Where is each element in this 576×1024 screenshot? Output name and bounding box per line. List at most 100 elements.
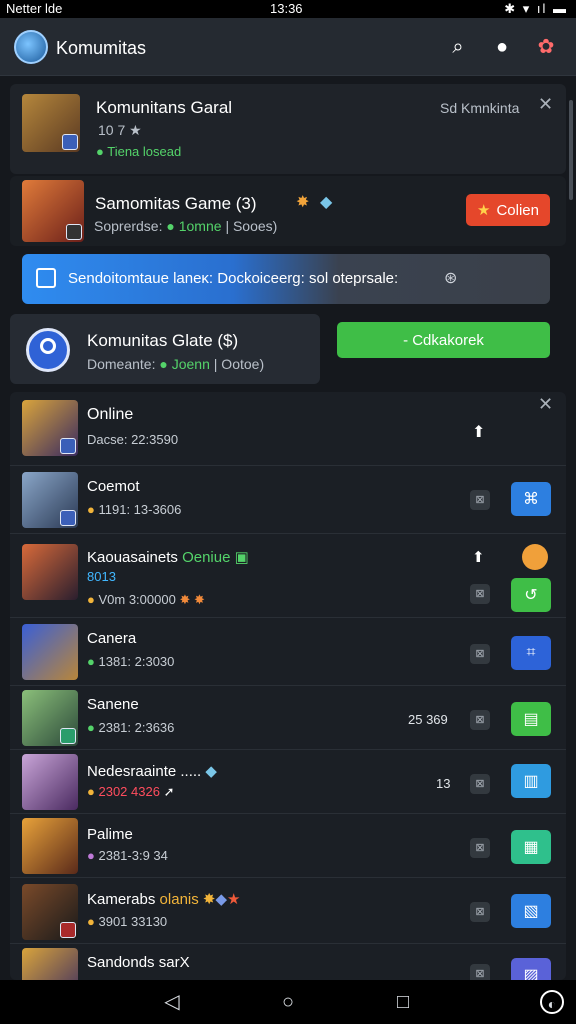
- community-status: ● Tiena losead: [96, 144, 182, 159]
- list-item-name: Sandonds sarX: [87, 954, 190, 971]
- list-item-meta: ● 1381: 2:3030: [87, 654, 175, 669]
- game-badge-icon: [60, 728, 76, 744]
- list-item-name: Online: [87, 406, 134, 423]
- share-icon[interactable]: ⬆: [472, 422, 485, 442]
- list-item-name: Kamerabs olanis ✸◆★: [87, 891, 241, 908]
- list-item[interactable]: Nedesraainte ..... ◆ ● 2302 4326 ➚ 13 ⊠ …: [10, 750, 566, 814]
- notification-icon[interactable]: ●: [489, 34, 515, 60]
- system-nav-bar: ◁ ○ □ ◐: [0, 980, 576, 1024]
- option-icon[interactable]: ⊠: [470, 838, 490, 858]
- option-icon[interactable]: ⊠: [470, 902, 490, 922]
- trophy-icon: [522, 544, 548, 570]
- list-item[interactable]: Sanene ● 2381: 2:3636 25 369 ⊠ ▤: [10, 686, 566, 750]
- app-title: Komumitas: [56, 38, 147, 58]
- list-item-count: 25 369: [408, 712, 448, 727]
- list-item[interactable]: Online Dacse: 22:3590 ⬆: [10, 394, 566, 466]
- list-item[interactable]: Kaouasainets Oeniue ▣ 8013 ● V0m 3:00000…: [10, 534, 566, 618]
- badge-icon: ▣: [234, 549, 249, 566]
- community-badge-icon: [62, 134, 78, 150]
- online-dot-icon: ●: [96, 144, 104, 159]
- status-time: 13:36: [270, 1, 303, 16]
- action-button[interactable]: ⌘: [511, 482, 551, 516]
- action-button[interactable]: ▤: [511, 702, 551, 736]
- game-thumbnail: [22, 544, 78, 600]
- list-item[interactable]: Canera ● 1381: 2:3030 ⊠ ⌗: [10, 618, 566, 686]
- recents-icon[interactable]: □: [391, 990, 415, 1014]
- fire-icon: ✸: [193, 592, 205, 607]
- back-icon[interactable]: ◁: [160, 990, 184, 1014]
- app-logo: [14, 30, 48, 64]
- status-carrier: Netter lde: [6, 1, 63, 16]
- settings-icon[interactable]: ✿: [533, 34, 559, 60]
- join-community-button[interactable]: - Cdkakorek: [337, 322, 550, 358]
- option-icon[interactable]: ⊠: [470, 964, 490, 980]
- game-badge-icon: [60, 922, 76, 938]
- share-icon[interactable]: ⬆: [472, 548, 485, 566]
- scrollbar[interactable]: [569, 100, 573, 200]
- star-icon: ★: [227, 891, 241, 908]
- game-thumbnail: [22, 948, 78, 980]
- list-item-meta: ● 2302 4326 ➚: [87, 784, 175, 799]
- gem-icon: ◆: [205, 763, 217, 780]
- community-title: Komunitans Garal: [96, 98, 233, 117]
- list-item-meta: ● 1191: 13-3606: [87, 502, 182, 517]
- option-icon[interactable]: ⊠: [470, 710, 490, 730]
- community-meta-3: Domeante: ● Joenn | Ootoe): [87, 356, 265, 372]
- search-icon[interactable]: ⌕: [445, 34, 471, 60]
- game-thumbnail: [22, 624, 78, 680]
- avatar: [26, 328, 70, 372]
- game-thumbnail: [22, 400, 78, 456]
- list-item-name: Kaouasainets Oeniue ▣: [87, 549, 249, 566]
- community-thumbnail: [22, 94, 80, 152]
- list-item[interactable]: Sandonds sarX ⊠ ▨: [10, 944, 566, 980]
- banner-text: Sendoitomtaue laneκ: Dockoiceerg: sol ot…: [68, 270, 399, 287]
- action-button[interactable]: ▧: [511, 894, 551, 928]
- app-bar: Komumitas ⌕ ● ✿: [0, 18, 576, 76]
- community-card-1[interactable]: Komunitans Garal 10 7 ★ ● Tiena losead S…: [10, 84, 566, 174]
- community-title-3: Komunitas Glate ($): [87, 331, 239, 350]
- action-button[interactable]: ▨: [511, 958, 551, 980]
- assistant-icon[interactable]: ◐: [540, 990, 564, 1014]
- community-rating: 10 7 ★: [98, 122, 142, 138]
- list-item-meta: Dacse: 22:3590: [87, 432, 179, 447]
- status-bar: Netter lde 13:36 ✱ ▾ ıl ▬: [0, 0, 576, 18]
- game-meta: Soprerdse: ● 1omne | Sooes): [94, 218, 278, 234]
- rocket-icon: ➚: [163, 784, 175, 799]
- star-icon: ★: [477, 202, 491, 219]
- list-item-name: Canera: [87, 630, 137, 647]
- coin-icon: ●: [87, 784, 95, 799]
- coin-icon: ●: [87, 848, 95, 863]
- option-icon[interactable]: ⊠: [470, 774, 490, 794]
- action-button[interactable]: ⌗: [511, 636, 551, 670]
- list-item[interactable]: Coemot ● 1191: 13-3606 ⊠ ⌘: [10, 466, 566, 534]
- user-icon: [40, 338, 56, 354]
- online-dot-icon: ●: [159, 356, 168, 372]
- join-button[interactable]: ★ Colien: [466, 194, 550, 226]
- home-icon[interactable]: ○: [276, 990, 300, 1014]
- option-icon[interactable]: ⊠: [470, 584, 490, 604]
- action-button[interactable]: ▥: [511, 764, 551, 798]
- list-item[interactable]: Palime ● 2381-3:9 34 ⊠ ▦: [10, 814, 566, 878]
- info-banner[interactable]: Sendoitomtaue laneκ: Dockoiceerg: sol ot…: [22, 254, 550, 304]
- action-button[interactable]: ↺: [511, 578, 551, 612]
- coin-icon: ●: [87, 914, 95, 929]
- community-card-2[interactable]: Samomitas Game (3) ✸ ◆ Soprerdse: ● 1omn…: [10, 176, 566, 246]
- coin-icon: ●: [87, 720, 95, 735]
- info-icon: ⊛: [444, 270, 458, 287]
- game-thumbnail: [22, 818, 78, 874]
- fire-icon: ✸: [179, 592, 191, 607]
- list-item[interactable]: Kamerabs olanis ✸◆★ ● 3901 33130 ⊠ ▧: [10, 878, 566, 944]
- game-badge-icon: [60, 510, 76, 526]
- community-card-3[interactable]: Komunitas Glate ($) Domeante: ● Joenn | …: [10, 314, 320, 384]
- game-title: Samomitas Game (3): [95, 194, 257, 213]
- option-icon[interactable]: ⊠: [470, 490, 490, 510]
- close-icon[interactable]: ✕: [538, 94, 553, 115]
- list-item-name: Coemot: [87, 478, 140, 495]
- list-item-meta: ● 2381-3:9 34: [87, 848, 168, 863]
- action-button[interactable]: ▦: [511, 830, 551, 864]
- game-badge-icon: [66, 224, 82, 240]
- option-icon[interactable]: ⊠: [470, 644, 490, 664]
- list-item-meta: ● 3901 33130: [87, 914, 168, 929]
- game-thumbnail: [22, 884, 78, 940]
- coin-icon: ●: [87, 654, 95, 669]
